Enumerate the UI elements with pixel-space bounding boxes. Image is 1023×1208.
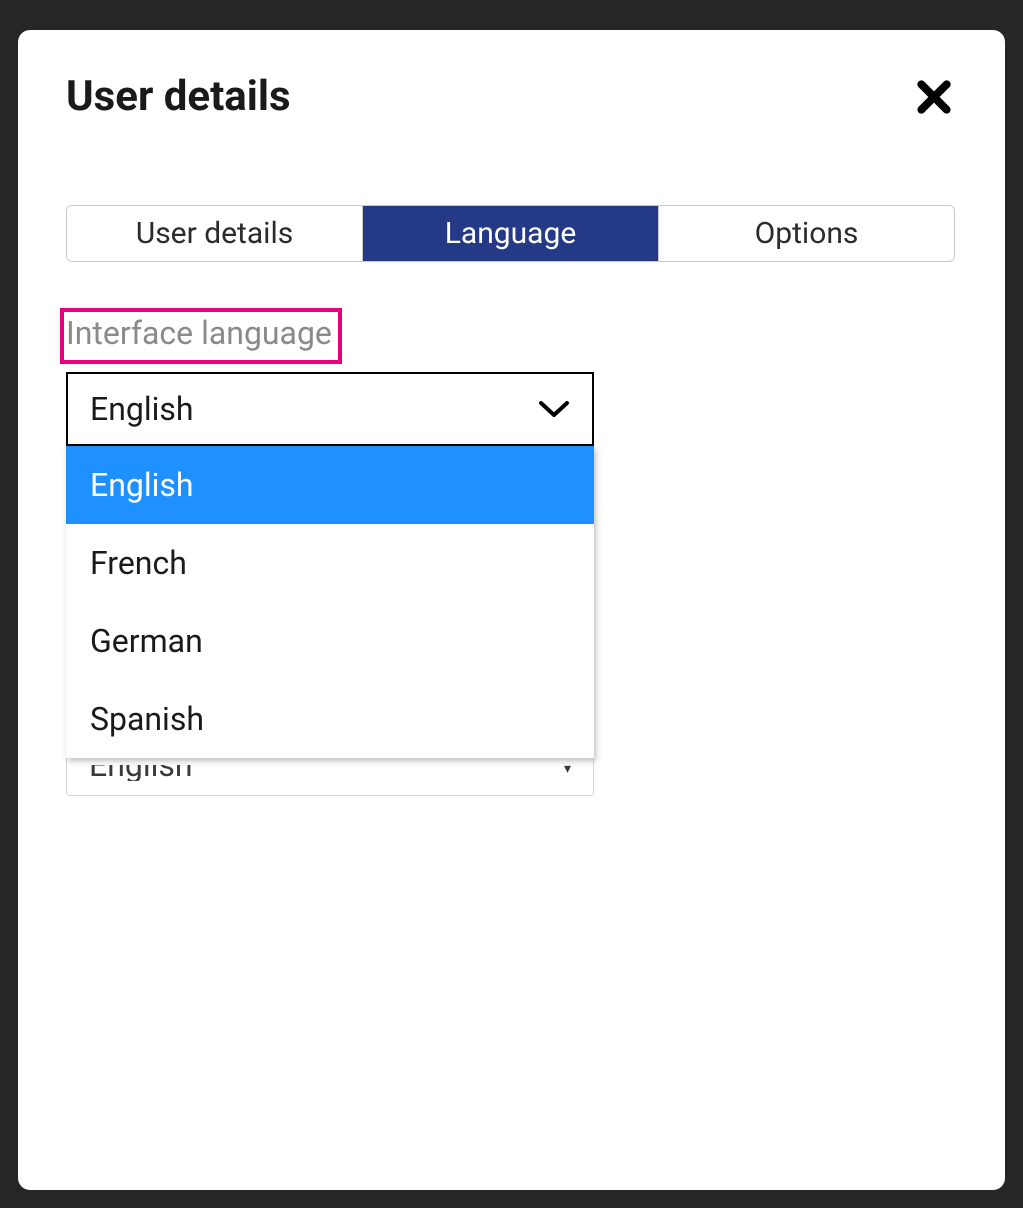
interface-language-select[interactable]: English [66, 372, 594, 446]
scroll-spacer [66, 796, 955, 1170]
chevron-down-icon [538, 399, 570, 419]
close-button[interactable] [915, 78, 953, 116]
language-option-german[interactable]: German [66, 602, 594, 680]
user-details-modal: User details User details Language Optio… [18, 30, 1005, 1190]
language-option-french[interactable]: French [66, 524, 594, 602]
language-option-english[interactable]: English [66, 446, 594, 524]
interface-language-dropdown: English French German Spanish [66, 446, 594, 758]
language-option-spanish[interactable]: Spanish [66, 680, 594, 758]
modal-header: User details [18, 30, 1005, 151]
secondary-language-value: English [89, 765, 193, 781]
interface-language-label: Interface language [60, 308, 342, 364]
tabs: User details Language Options [66, 205, 955, 262]
tab-options[interactable]: Options [659, 206, 954, 261]
close-icon [915, 78, 953, 116]
modal-scroll-area[interactable]: User details Language Options Interface … [18, 185, 985, 1170]
tab-language[interactable]: Language [363, 206, 659, 261]
modal-title: User details [66, 72, 291, 121]
interface-language-selected-value: English [90, 390, 194, 428]
tab-user-details[interactable]: User details [67, 206, 363, 261]
interface-language-select-wrapper: English English French German Spanish [66, 372, 594, 446]
chevron-down-icon: ▾ [564, 761, 571, 777]
